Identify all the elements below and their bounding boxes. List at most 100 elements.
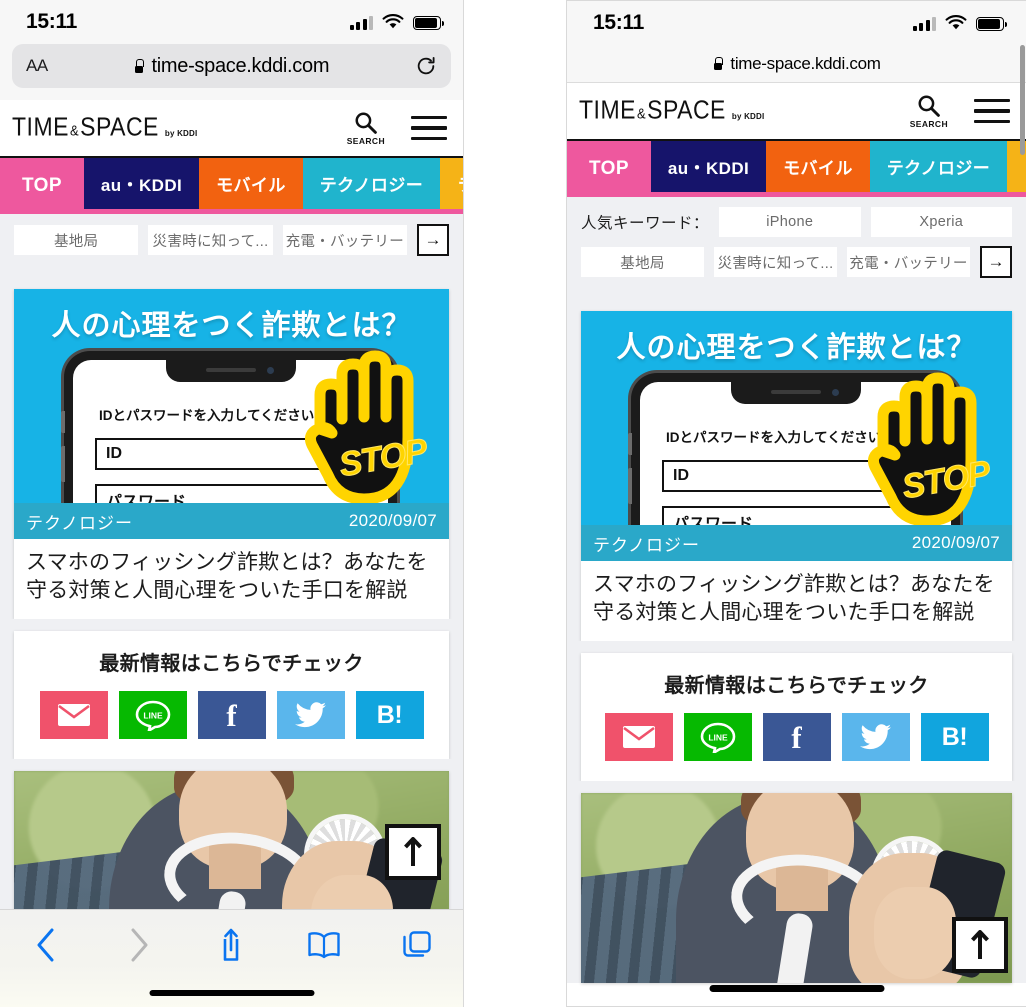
keyword-chip-battery[interactable]: 充電・バッテリー <box>282 225 407 255</box>
hatena-icon: B! <box>376 700 403 729</box>
hamburger-menu-icon[interactable] <box>411 116 447 140</box>
hamburger-menu-icon[interactable] <box>974 99 1010 123</box>
vertical-scrollbar[interactable] <box>1020 45 1025 155</box>
keyword-chip-saigai[interactable]: 災害時に知って... <box>714 247 837 277</box>
share-line-button[interactable]: LINE <box>683 713 752 762</box>
text-size-button[interactable]: AA <box>26 56 48 76</box>
phone-speaker <box>770 390 821 394</box>
mock-form-prompt: IDとパスワードを入力してください <box>666 430 882 445</box>
article-hero-image: 人の心理をつく詐欺とは？ IDとパスワードを入力してください ID パスワード <box>14 289 449 539</box>
share-hatena-button[interactable]: B! <box>355 691 424 740</box>
magnifier-icon <box>918 95 941 117</box>
site-logo[interactable]: TIME & SPACE by KDDI <box>12 111 347 142</box>
status-bar-right: 15:11 <box>567 1 1026 45</box>
svg-text:LINE: LINE <box>708 733 728 743</box>
search-button-right[interactable]: SEARCH <box>910 93 948 129</box>
text-size-label: AA <box>26 56 48 75</box>
keyword-chip-saigai[interactable]: 災害時に知って... <box>148 225 273 255</box>
share-mail-button[interactable] <box>39 691 108 740</box>
svg-text:LINE: LINE <box>143 711 163 721</box>
article-meta-bar: テクノロジー 2020/09/07 <box>14 503 449 539</box>
cellular-bars-icon <box>912 17 936 31</box>
home-indicator-right <box>709 985 884 992</box>
tab-au-kddi[interactable]: au・KDDI <box>83 158 200 209</box>
category-tabs-right: TOP au・KDDI モバイル テクノロジー ライフスタイ <box>567 141 1026 197</box>
envelope-icon <box>57 704 90 727</box>
logo-time: TIME <box>12 111 69 141</box>
bookmarks-button[interactable] <box>306 926 342 964</box>
article-card-wrap-right: 人の心理をつく詐欺とは？ IDとパスワードを入力してください ID パスワード <box>567 299 1026 642</box>
share-button[interactable] <box>213 926 249 964</box>
article-hero-image: 人の心理をつく詐欺とは？ IDとパスワードを入力してください ID パスワード <box>581 311 1012 561</box>
article-title: スマホのフィッシング詐欺とは？あなたを守る対策と人間心理をついた手口を解説 <box>26 551 428 603</box>
tab-technology[interactable]: テクノロジー <box>302 158 441 209</box>
keyword-row-2: 基地局 災害時に知って... 充電・バッテリー → <box>14 224 449 256</box>
reload-icon[interactable] <box>415 55 437 77</box>
share-wrap-left: 最新情報はこちらでチェック LINE f B! <box>0 619 463 760</box>
magnifier-icon <box>355 112 378 134</box>
line-icon: LINE <box>700 722 735 754</box>
article-card[interactable]: 人の心理をつく詐欺とは？ IDとパスワードを入力してください ID パスワード <box>14 289 449 620</box>
tab-au-kddi[interactable]: au・KDDI <box>650 141 767 192</box>
phone-screenshot-right: 15:11 time-space.kddi.com TIME & SPACE b… <box>566 0 1026 1007</box>
share-mail-button[interactable] <box>604 713 673 762</box>
share-heading: 最新情報はこちらでチェック <box>664 675 929 698</box>
back-button[interactable] <box>28 926 64 964</box>
keyword-chip-kichikyoku[interactable]: 基地局 <box>14 225 139 255</box>
share-twitter-button[interactable] <box>841 713 910 762</box>
photo-person-hand <box>874 887 956 980</box>
search-button[interactable]: SEARCH <box>347 110 385 146</box>
article-date: 2020/09/07 <box>911 533 1000 552</box>
phone-screenshot-left: 15:11 AA time-space.kddi.com TIME & SPAC… <box>0 0 464 1007</box>
share-box: 最新情報はこちらでチェック LINE f B! <box>14 631 449 760</box>
status-bar-left: 15:11 <box>0 0 463 44</box>
keyword-chip-xperia[interactable]: Xperia <box>870 207 1013 237</box>
home-indicator <box>149 990 314 996</box>
url-display: time-space.kddi.com <box>48 55 415 78</box>
share-line-button[interactable]: LINE <box>118 691 187 740</box>
scroll-to-top-button-left[interactable] <box>385 824 441 880</box>
tab-mobile[interactable]: モバイル <box>199 158 303 209</box>
tab-technology[interactable]: テクノロジー <box>869 141 1008 192</box>
facebook-icon: f <box>791 719 802 755</box>
keyword-submit-button[interactable]: → <box>416 224 449 256</box>
logo-time: TIME <box>579 94 636 124</box>
article-category: テクノロジー <box>593 535 700 555</box>
facebook-icon: f <box>226 697 237 733</box>
keyword-search-left: 基地局 災害時に知って... 充電・バッテリー → <box>0 214 463 277</box>
scroll-to-top-button-right[interactable] <box>952 917 1008 973</box>
phone-camera <box>831 389 839 396</box>
tab-top[interactable]: TOP <box>0 158 84 214</box>
chevron-right-icon <box>131 928 148 962</box>
safari-compact-address-bar[interactable]: time-space.kddi.com <box>567 45 1026 83</box>
article-card-wrap-left: 人の心理をつく詐欺とは？ IDとパスワードを入力してください ID パスワード <box>0 277 463 620</box>
tab-top[interactable]: TOP <box>567 141 651 197</box>
article-card[interactable]: 人の心理をつく詐欺とは？ IDとパスワードを入力してください ID パスワード <box>581 311 1012 642</box>
keyword-chip-iphone[interactable]: iPhone <box>719 207 861 237</box>
url-field[interactable]: AA time-space.kddi.com <box>12 44 451 88</box>
keyword-chip-kichikyoku[interactable]: 基地局 <box>581 247 704 277</box>
share-buttons: LINE f B! <box>593 713 1000 762</box>
chevron-left-icon <box>37 928 54 962</box>
keyword-chip-battery[interactable]: 充電・バッテリー <box>847 247 970 277</box>
keyword-row-2: 基地局 災害時に知って... 充電・バッテリー → <box>581 246 1012 278</box>
share-hatena-button[interactable]: B! <box>920 713 989 762</box>
tabs-button[interactable] <box>399 926 435 964</box>
envelope-icon <box>622 726 655 749</box>
hero-headline: 人の心理をつく詐欺とは？ <box>51 310 412 342</box>
share-twitter-button[interactable] <box>276 691 345 740</box>
share-heading: 最新情報はこちらでチェック <box>99 653 364 676</box>
phone-side-button <box>628 433 632 455</box>
share-facebook-button[interactable]: f <box>197 691 266 740</box>
keyword-submit-button[interactable]: → <box>980 246 1012 278</box>
article-category: テクノロジー <box>26 513 133 533</box>
share-facebook-button[interactable]: f <box>762 713 831 762</box>
article-photo-neck-fan[interactable] <box>581 793 1012 984</box>
tab-mobile[interactable]: モバイル <box>766 141 870 192</box>
keyword-row-1: 人気キーワード： iPhone Xperia <box>581 207 1013 237</box>
logo-space: SPACE <box>80 111 159 141</box>
tab-lifestyle[interactable]: ライフスタイ <box>440 158 463 209</box>
status-icons <box>349 14 444 30</box>
hatena-icon: B! <box>941 722 968 751</box>
site-logo-right[interactable]: TIME & SPACE by KDDI <box>579 94 910 125</box>
